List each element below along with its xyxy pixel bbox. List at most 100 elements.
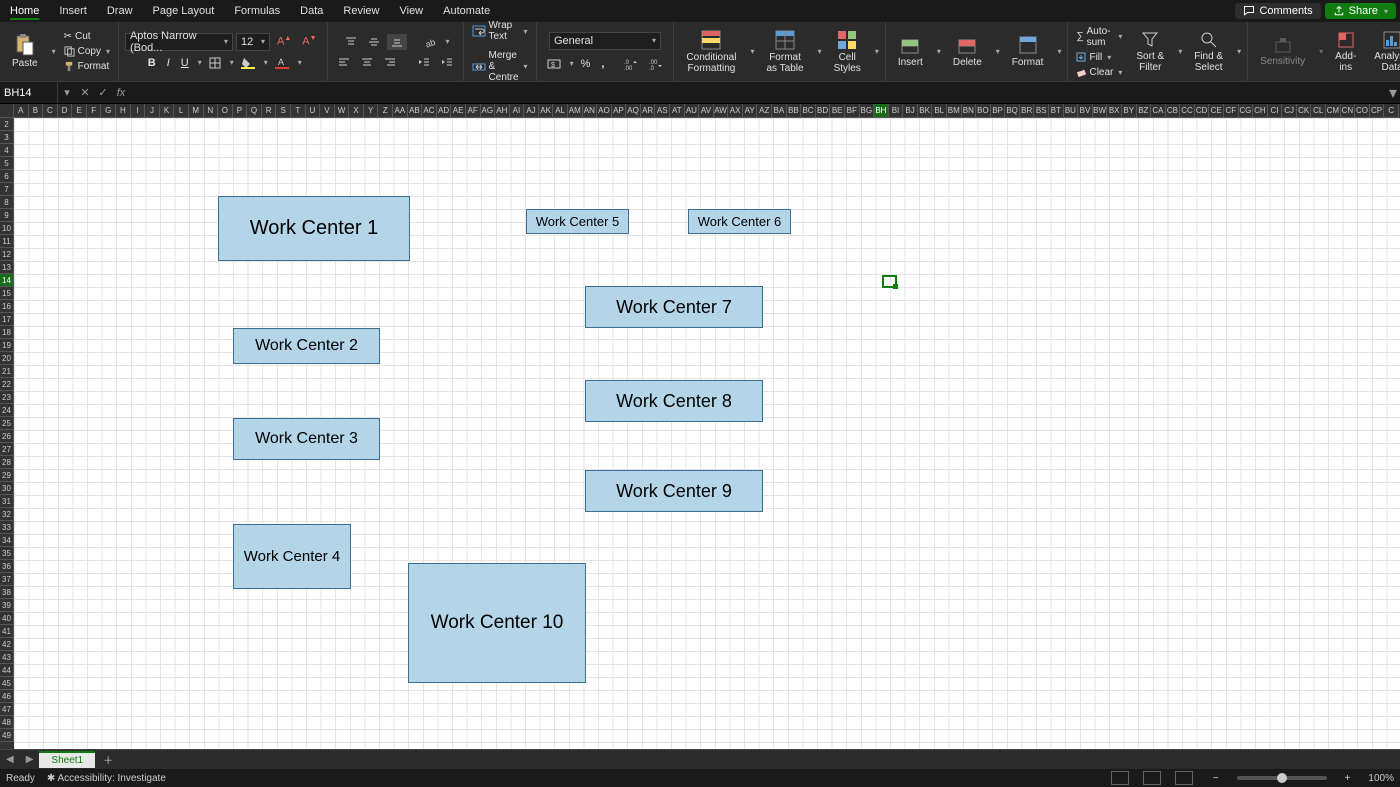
column-header[interactable]: BZ <box>1137 104 1152 118</box>
tab-automate[interactable]: Automate <box>433 2 500 21</box>
row-header[interactable]: 36 <box>0 560 14 573</box>
column-header[interactable]: BX <box>1107 104 1122 118</box>
conditional-formatting-button[interactable]: Conditional Formatting <box>680 27 742 76</box>
column-header[interactable]: AK <box>539 104 554 118</box>
chevron-down-icon[interactable]: ▾ <box>570 59 574 68</box>
column-header[interactable]: AV <box>699 104 714 118</box>
column-header[interactable]: F <box>87 104 102 118</box>
column-header[interactable]: AG <box>481 104 496 118</box>
format-painter-button[interactable]: Format <box>62 60 112 73</box>
column-header[interactable]: AB <box>408 104 423 118</box>
align-center-button[interactable] <box>357 54 377 70</box>
fx-icon[interactable]: fx <box>112 87 130 99</box>
format-as-table-button[interactable]: Format as Table <box>760 27 809 76</box>
accounting-button[interactable]: $ <box>543 56 565 72</box>
column-header[interactable]: R <box>262 104 277 118</box>
format-cells-button[interactable]: Format <box>1006 32 1050 71</box>
work-center-shape[interactable]: Work Center 5 <box>526 209 629 234</box>
name-box[interactable] <box>0 83 58 103</box>
merge-centre-button[interactable]: Merge & Centre▾ <box>470 49 530 84</box>
page-layout-view-button[interactable] <box>1143 771 1161 785</box>
column-header[interactable]: CM <box>1326 104 1341 118</box>
decrease-decimal-button[interactable]: .00.0 <box>645 56 667 72</box>
row-header[interactable]: 43 <box>0 651 14 664</box>
analyse-data-button[interactable]: Analyse Data <box>1368 28 1400 75</box>
column-header[interactable]: Z <box>378 104 393 118</box>
row-header[interactable]: 28 <box>0 456 14 469</box>
sheet-nav-next[interactable]: ▶ <box>20 754 40 765</box>
work-center-shape[interactable]: Work Center 10 <box>408 563 586 683</box>
row-header[interactable]: 42 <box>0 638 14 651</box>
expand-formula-button[interactable]: ▾ <box>1386 83 1400 103</box>
font-color-button[interactable]: A <box>271 55 293 71</box>
copy-button[interactable]: Copy▾ <box>62 45 112 58</box>
column-header[interactable]: AR <box>641 104 656 118</box>
add-sheet-button[interactable]: ＋ <box>95 752 121 767</box>
column-header[interactable]: BD <box>816 104 831 118</box>
row-header[interactable]: 41 <box>0 625 14 638</box>
spreadsheet-grid[interactable]: ABCDEFGHIJKLMNOPQRSTUVWXYZAAABACADAEAFAG… <box>0 104 1400 749</box>
column-header[interactable]: BB <box>787 104 802 118</box>
column-header[interactable]: BM <box>947 104 962 118</box>
accessibility-status[interactable]: ✱ Accessibility: Investigate <box>47 773 166 784</box>
column-header[interactable]: AY <box>743 104 758 118</box>
column-header[interactable]: BY <box>1122 104 1137 118</box>
column-header[interactable]: BK <box>918 104 933 118</box>
tab-data[interactable]: Data <box>290 2 333 21</box>
cut-button[interactable]: ✂Cut <box>62 30 112 43</box>
column-header[interactable]: O <box>218 104 233 118</box>
comma-button[interactable]: , <box>597 56 608 72</box>
chevron-down-icon[interactable]: ▾ <box>996 47 1000 56</box>
align-left-button[interactable] <box>334 54 354 70</box>
column-header[interactable]: CO <box>1355 104 1370 118</box>
row-header[interactable]: 13 <box>0 261 14 274</box>
row-header[interactable]: 31 <box>0 495 14 508</box>
column-header[interactable]: AP <box>612 104 627 118</box>
selected-cell[interactable] <box>882 275 897 288</box>
column-header[interactable]: BG <box>860 104 875 118</box>
row-header[interactable]: 18 <box>0 326 14 339</box>
chevron-down-icon[interactable]: ▾ <box>1178 47 1182 56</box>
column-header[interactable]: CF <box>1224 104 1239 118</box>
tab-formulas[interactable]: Formulas <box>224 2 290 21</box>
fill-color-button[interactable] <box>237 55 259 71</box>
border-button[interactable] <box>205 55 225 71</box>
align-top-button[interactable] <box>341 34 361 50</box>
font-size-select[interactable]: 12▾ <box>236 33 270 51</box>
row-header[interactable]: 17 <box>0 313 14 326</box>
work-center-shape[interactable]: Work Center 7 <box>585 286 763 328</box>
work-center-shape[interactable]: Work Center 8 <box>585 380 763 422</box>
column-header[interactable]: P <box>233 104 248 118</box>
row-header[interactable]: 6 <box>0 170 14 183</box>
autosum-button[interactable]: ∑Auto-sum▾ <box>1074 25 1124 49</box>
tab-page-layout[interactable]: Page Layout <box>143 2 225 21</box>
column-header[interactable]: Q <box>247 104 262 118</box>
column-header[interactable]: AT <box>670 104 685 118</box>
row-header[interactable]: 44 <box>0 664 14 677</box>
column-header[interactable]: BF <box>845 104 860 118</box>
column-header[interactable]: V <box>320 104 335 118</box>
chevron-down-icon[interactable]: ▾ <box>875 47 879 56</box>
column-header[interactable]: BQ <box>1005 104 1020 118</box>
tab-draw[interactable]: Draw <box>97 2 143 21</box>
row-header[interactable]: 9 <box>0 209 14 222</box>
chevron-down-icon[interactable]: ▾ <box>937 47 941 56</box>
column-header[interactable]: C <box>1384 104 1399 118</box>
row-header[interactable]: 39 <box>0 599 14 612</box>
row-header[interactable]: 10 <box>0 222 14 235</box>
column-header[interactable]: AW <box>714 104 729 118</box>
row-header[interactable]: 27 <box>0 443 14 456</box>
bold-button[interactable]: B <box>144 55 160 71</box>
work-center-shape[interactable]: Work Center 1 <box>218 196 410 261</box>
paste-button[interactable]: Paste <box>6 31 44 72</box>
chevron-down-icon[interactable]: ▾ <box>58 86 76 99</box>
column-header[interactable]: BA <box>772 104 787 118</box>
column-header[interactable]: C <box>43 104 58 118</box>
column-header[interactable]: J <box>145 104 160 118</box>
row-headers[interactable]: 2345678910111213141516171819202122232425… <box>0 118 14 749</box>
underline-button[interactable]: U <box>177 55 193 71</box>
column-header[interactable]: M <box>189 104 204 118</box>
column-header[interactable]: BS <box>1034 104 1049 118</box>
column-header[interactable]: Y <box>364 104 379 118</box>
column-header[interactable]: CL <box>1311 104 1326 118</box>
